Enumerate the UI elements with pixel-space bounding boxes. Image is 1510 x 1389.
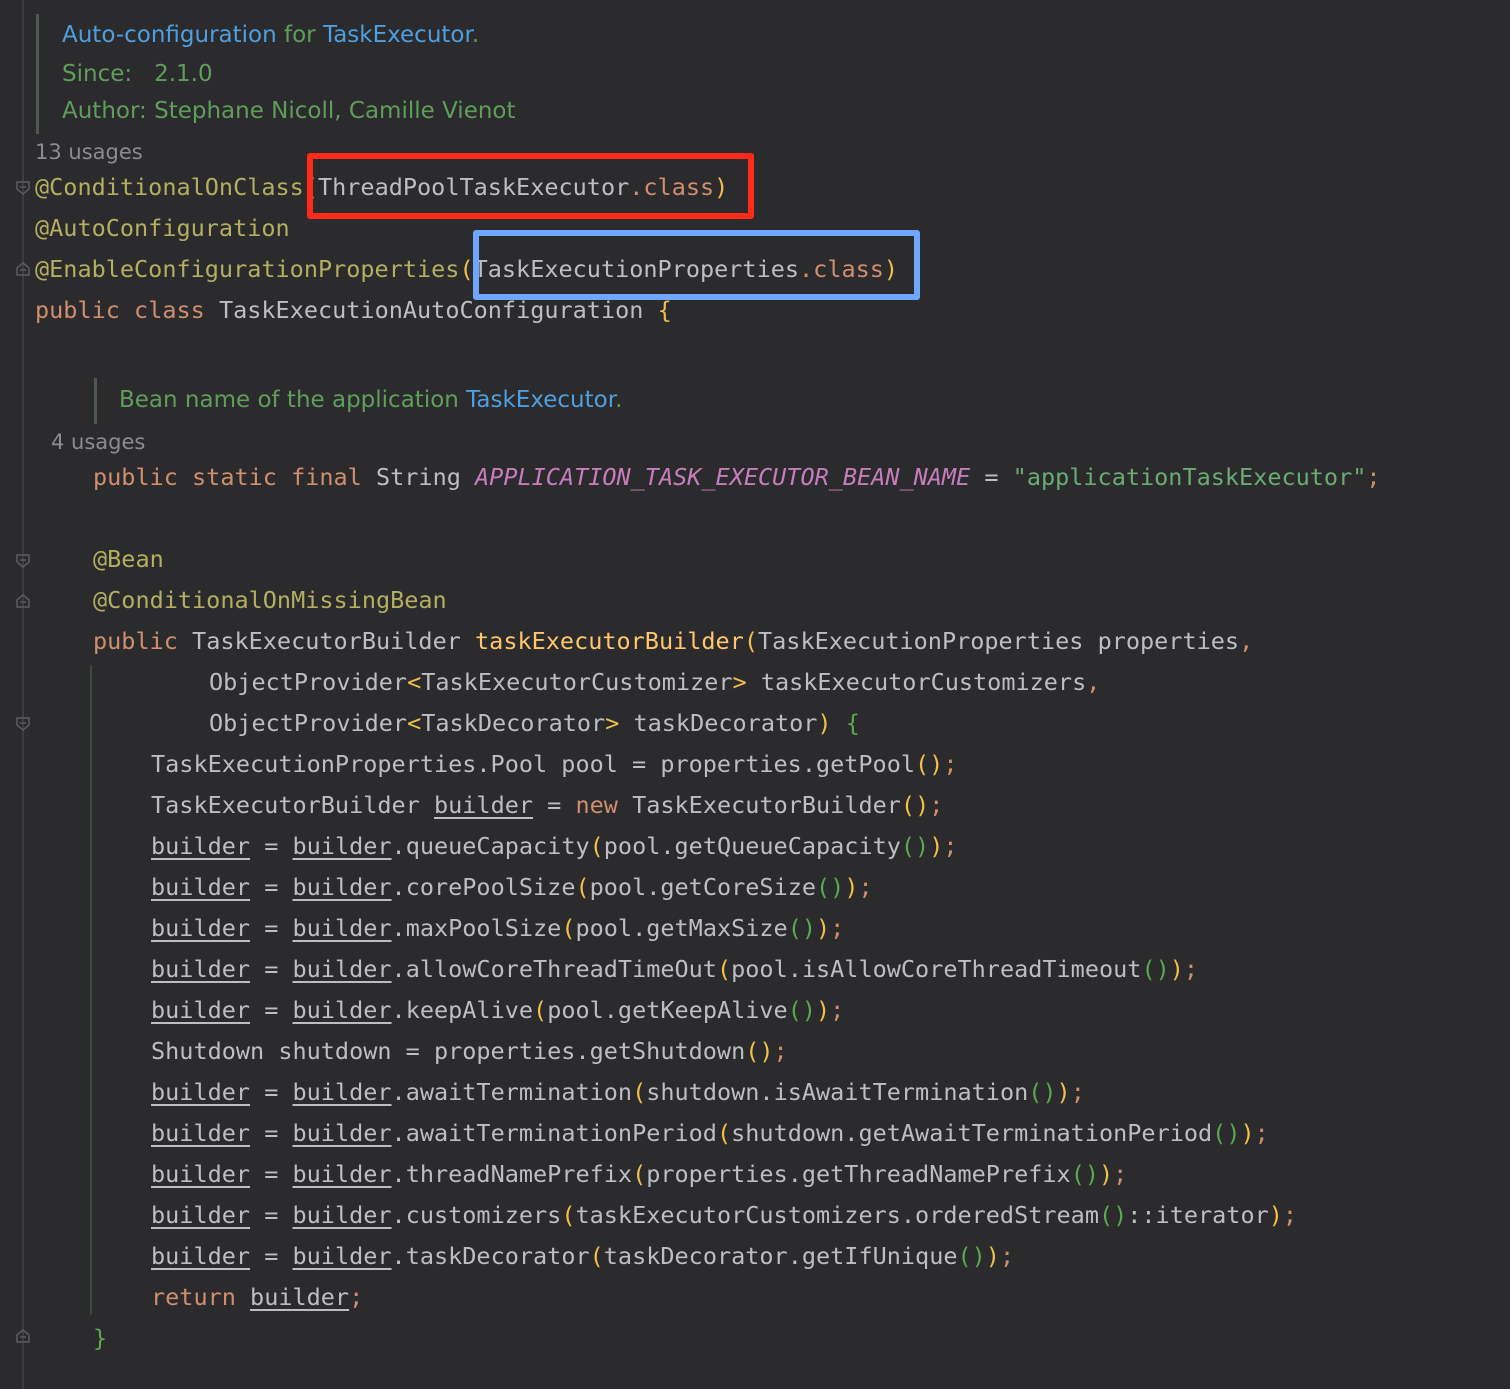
- fold-marker-icon[interactable]: [15, 180, 31, 196]
- doc-summary: Auto-configuration for TaskExecutor.: [62, 22, 480, 48]
- field-declaration: public static final String APPLICATION_T…: [93, 463, 1381, 491]
- code-line-builder-call: builder = builder.awaitTerminationPeriod…: [151, 1119, 1269, 1147]
- method-signature: public TaskExecutorBuilder taskExecutorB…: [93, 627, 1254, 655]
- class-usages-hint[interactable]: 13 usages: [35, 140, 143, 164]
- fold-marker-icon[interactable]: [15, 553, 31, 569]
- code-line-builder-call: builder = builder.awaitTermination(shutd…: [151, 1078, 1085, 1106]
- code-line-return: return builder;: [151, 1283, 364, 1311]
- highlight-box-blue: [473, 230, 920, 300]
- fold-marker-icon[interactable]: [15, 593, 31, 609]
- code-line-builder-call: builder = builder.taskDecorator(taskDeco…: [151, 1242, 1015, 1270]
- doc-since: Since: 2.1.0: [62, 61, 213, 87]
- doc-author: Author: Stephane Nicoll, Camille Vienot: [62, 98, 516, 124]
- fold-marker-icon[interactable]: [15, 1328, 31, 1344]
- doc-comment-bar: [36, 14, 39, 134]
- fold-marker-icon[interactable]: [15, 261, 31, 277]
- code-line-builder-call: builder = builder.keepAlive(pool.getKeep…: [151, 996, 845, 1024]
- field-usages-hint[interactable]: 4 usages: [51, 430, 145, 454]
- code-line-builder-call: builder = builder.allowCoreThreadTimeOut…: [151, 955, 1199, 983]
- block-indent-guide: [90, 665, 92, 1315]
- code-line-builder-call: builder = builder.customizers(taskExecut…: [151, 1201, 1298, 1229]
- field-doc-bar: [94, 378, 97, 424]
- code-line-builder-call: builder = builder.maxPoolSize(pool.getMa…: [151, 914, 845, 942]
- code-line-builder-init: TaskExecutorBuilder builder = new TaskEx…: [151, 791, 944, 819]
- method-param-customizers: ObjectProvider<TaskExecutorCustomizer> t…: [209, 668, 1101, 696]
- field-doc-link[interactable]: TaskExecutor: [466, 387, 615, 413]
- method-param-decorator: ObjectProvider<TaskDecorator> taskDecora…: [209, 709, 860, 737]
- annotation-conditional-on-missing-bean: @ConditionalOnMissingBean: [93, 586, 447, 614]
- annotation-auto-configuration: @AutoConfiguration: [35, 214, 290, 242]
- doc-link-auto-configuration[interactable]: Auto-configuration: [62, 22, 277, 48]
- highlight-box-red: [307, 153, 754, 219]
- fold-marker-icon[interactable]: [15, 716, 31, 732]
- method-close-brace: }: [93, 1324, 108, 1352]
- code-line-builder-call: builder = builder.threadNamePrefix(prope…: [151, 1160, 1128, 1188]
- code-line-shutdown: Shutdown shutdown = properties.getShutdo…: [151, 1037, 788, 1065]
- code-line-builder-call: builder = builder.queueCapacity(pool.get…: [151, 832, 958, 860]
- field-doc: Bean name of the application TaskExecuto…: [119, 387, 623, 413]
- editor-gutter: [22, 0, 24, 1389]
- doc-link-task-executor[interactable]: TaskExecutor: [323, 22, 472, 48]
- code-line-builder-call: builder = builder.corePoolSize(pool.getC…: [151, 873, 873, 901]
- annotation-bean: @Bean: [93, 545, 164, 573]
- code-line-pool: TaskExecutionProperties.Pool pool = prop…: [151, 750, 958, 778]
